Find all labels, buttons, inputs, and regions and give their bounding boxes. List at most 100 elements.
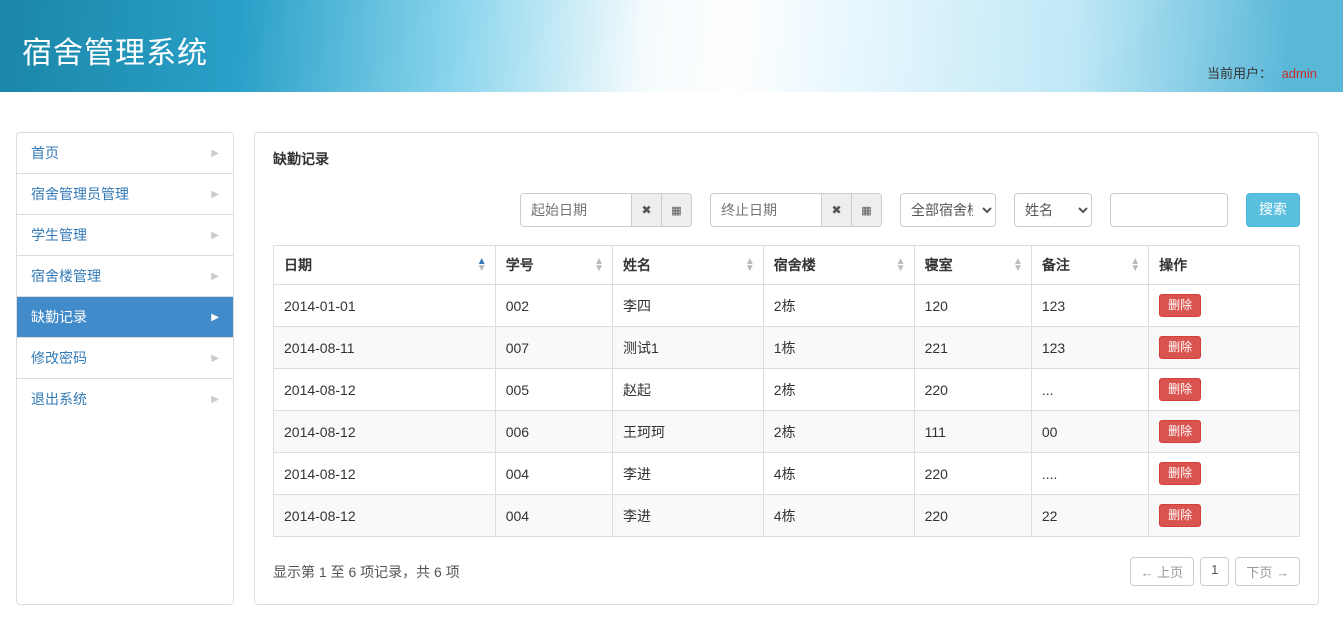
delete-button[interactable]: 删除 [1159,504,1201,527]
close-icon: ✖ [641,203,651,217]
cell-room: 111 [914,411,1031,453]
start-date-group: ✖ ▦ [520,193,692,227]
pager-next[interactable]: 下页 → [1235,557,1300,586]
dorm-select[interactable]: 全部宿舍楼 [900,193,996,227]
pager-prev[interactable]: ← 上页 [1130,557,1195,586]
chevron-right-icon: ▶ [211,271,219,282]
cell-date: 2014-01-01 [274,285,496,327]
start-date-clear[interactable]: ✖ [631,194,661,226]
close-icon: ✖ [831,203,841,217]
app-title: 宿舍管理系统 [22,28,208,72]
cell-date: 2014-08-12 [274,495,496,537]
cell-room: 220 [914,369,1031,411]
column-header-3[interactable]: 宿舍楼▲▼ [763,246,914,285]
delete-button[interactable]: 删除 [1159,336,1201,359]
cell-actions: 删除 [1149,453,1300,495]
sidebar-item-0[interactable]: 首页 ▶ [17,133,233,174]
column-header-0[interactable]: 日期▲▼ [274,246,496,285]
end-date-clear[interactable]: ✖ [821,194,851,226]
sidebar-item-4[interactable]: 缺勤记录 ▶ [17,297,233,338]
cell-name: 赵起 [612,369,763,411]
end-date-input[interactable] [711,194,821,226]
chevron-right-icon: ▶ [211,394,219,405]
chevron-right-icon: ▶ [211,353,219,364]
cell-actions: 删除 [1149,369,1300,411]
cell-room: 120 [914,285,1031,327]
table-row: 2014-08-12004李进4栋220.... 删除 [274,453,1300,495]
table-row: 2014-08-12004李进4栋22022删除 [274,495,1300,537]
cell-name: 测试1 [612,327,763,369]
sidebar-item-label: 学生管理 [31,225,87,245]
delete-button[interactable]: 删除 [1159,294,1201,317]
calendar-icon: ▦ [861,204,871,217]
sort-icon: ▲▼ [477,258,487,272]
table-info: 显示第 1 至 6 项记录，共 6 项 [273,562,460,582]
search-input[interactable] [1110,193,1228,227]
cell-actions: 删除 [1149,411,1300,453]
search-field-select[interactable]: 姓名 [1014,193,1092,227]
cell-remark: ... [1031,369,1148,411]
column-header-6: 操作 [1149,246,1300,285]
cell-room: 220 [914,495,1031,537]
cell-dorm: 4栋 [763,495,914,537]
delete-button[interactable]: 删除 [1159,462,1201,485]
records-table: 日期▲▼学号▲▼姓名▲▼宿舍楼▲▼寝室▲▼备注▲▼操作 2014-01-0100… [273,245,1300,537]
current-user-name: admin [1282,66,1317,81]
sort-icon: ▲▼ [1130,258,1140,272]
start-date-input[interactable] [521,194,631,226]
column-header-2[interactable]: 姓名▲▼ [612,246,763,285]
sidebar-item-label: 宿舍管理员管理 [31,184,129,204]
cell-sid: 004 [495,453,612,495]
cell-dorm: 2栋 [763,411,914,453]
table-row: 2014-08-12006王珂珂2栋11100删除 [274,411,1300,453]
cell-remark: 123 [1031,285,1148,327]
sidebar-item-label: 退出系统 [31,389,87,409]
table-row: 2014-08-11007测试11栋221123删除 [274,327,1300,369]
current-user: 当前用户： admin [1207,63,1317,82]
pager-page-1[interactable]: 1 [1200,557,1229,586]
cell-name: 李进 [612,495,763,537]
cell-sid: 005 [495,369,612,411]
search-button[interactable]: 搜索 [1246,193,1300,227]
cell-remark: 123 [1031,327,1148,369]
sidebar-item-2[interactable]: 学生管理 ▶ [17,215,233,256]
sidebar-item-5[interactable]: 修改密码▶ [17,338,233,379]
cell-dorm: 2栋 [763,285,914,327]
sort-icon: ▲▼ [1013,258,1023,272]
cell-sid: 006 [495,411,612,453]
sidebar-item-label: 缺勤记录 [31,307,87,327]
sort-icon: ▲▼ [896,258,906,272]
chevron-right-icon: ▶ [211,312,219,323]
sidebar-item-1[interactable]: 宿舍管理员管理▶ [17,174,233,215]
cell-dorm: 4栋 [763,453,914,495]
sidebar-item-6[interactable]: 退出系统 ▶ [17,379,233,419]
start-date-picker[interactable]: ▦ [661,194,691,226]
cell-remark: 22 [1031,495,1148,537]
cell-actions: 删除 [1149,327,1300,369]
column-header-1[interactable]: 学号▲▼ [495,246,612,285]
chevron-right-icon: ▶ [211,230,219,241]
cell-dorm: 1栋 [763,327,914,369]
delete-button[interactable]: 删除 [1159,420,1201,443]
pager: ← 上页 1 下页 → [1130,557,1300,586]
chevron-right-icon: ▶ [211,148,219,159]
sidebar: 首页▶宿舍管理员管理▶学生管理▶宿舍楼管理▶缺勤记录▶修改密码▶退出系统▶ [16,132,234,605]
sidebar-item-label: 首页 [31,143,59,163]
column-header-5[interactable]: 备注▲▼ [1031,246,1148,285]
cell-name: 李进 [612,453,763,495]
column-header-4[interactable]: 寝室▲▼ [914,246,1031,285]
end-date-picker[interactable]: ▦ [851,194,881,226]
cell-date: 2014-08-12 [274,453,496,495]
cell-remark: .... [1031,453,1148,495]
main-panel: 缺勤记录 ✖ ▦ ✖ ▦ 全部宿舍楼 姓名 搜索 日期▲▼学号▲ [254,132,1319,605]
end-date-group: ✖ ▦ [710,193,882,227]
cell-sid: 007 [495,327,612,369]
sidebar-item-3[interactable]: 宿舍楼管理▶ [17,256,233,297]
delete-button[interactable]: 删除 [1159,378,1201,401]
table-row: 2014-08-12005赵起2栋220...删除 [274,369,1300,411]
sort-icon: ▲▼ [594,258,604,272]
app-header: 宿舍管理系统 当前用户： admin [0,0,1343,92]
cell-room: 220 [914,453,1031,495]
cell-room: 221 [914,327,1031,369]
panel-title: 缺勤记录 [273,149,1300,169]
